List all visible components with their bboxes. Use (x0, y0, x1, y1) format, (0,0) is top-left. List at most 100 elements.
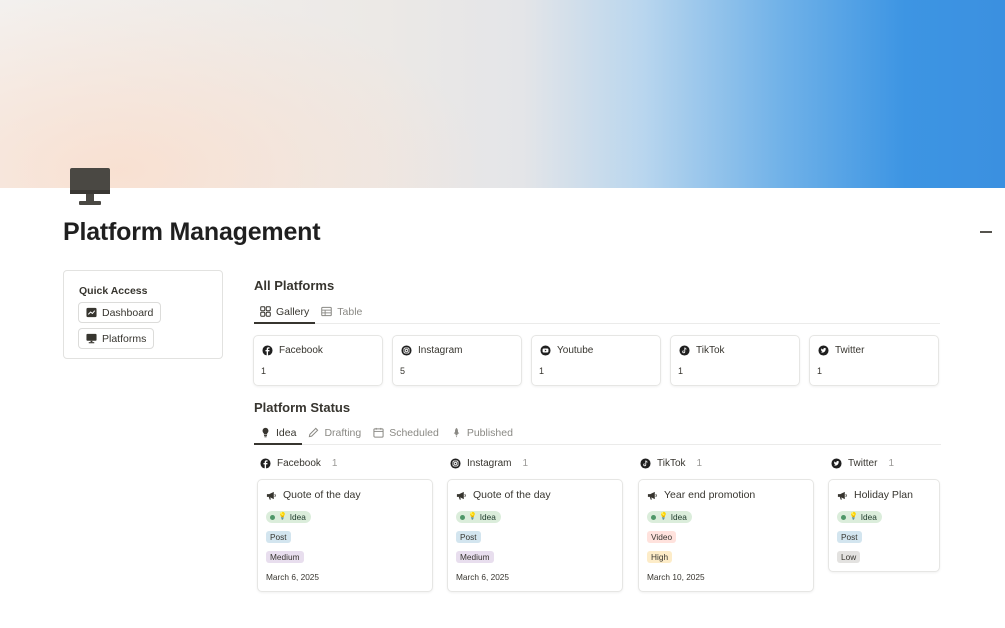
platform-status-heading: Platform Status (254, 400, 351, 415)
tiktok-icon (679, 345, 690, 356)
tab-published[interactable]: Published (445, 421, 519, 444)
page-title: Platform Management (63, 218, 321, 246)
status-badge: 💡 Idea (266, 511, 311, 523)
platform-card-count: 1 (817, 366, 823, 376)
lightbulb-icon: 💡 (468, 513, 477, 520)
tab-published-label: Published (466, 426, 513, 439)
megaphone-icon (647, 491, 657, 500)
instagram-icon (401, 345, 412, 356)
card-title: Year end promotion (664, 489, 756, 501)
column-count: 1 (696, 458, 703, 469)
megaphone-icon (456, 491, 466, 500)
status-dot-icon (270, 514, 275, 520)
twitter-icon (831, 458, 842, 469)
card-title: Quote of the day (283, 489, 361, 501)
board-column-twitter[interactable]: Twitter 1 (831, 458, 894, 469)
status-badge: 💡 Idea (837, 511, 882, 523)
platform-card-tiktok[interactable]: TikTok 1 (670, 335, 800, 386)
dashboard-button[interactable]: Dashboard (78, 302, 162, 323)
type-badge: Post (837, 531, 862, 543)
twitter-icon (818, 345, 829, 356)
platform-card-count: 1 (539, 366, 545, 376)
card-date: March 10, 2025 (647, 572, 705, 582)
platform-card-twitter[interactable]: Twitter 1 (809, 335, 939, 386)
monitor-icon[interactable] (68, 166, 112, 208)
tab-scheduled[interactable]: Scheduled (367, 421, 445, 444)
platform-card-name: TikTok (696, 345, 725, 356)
platform-card-name: Youtube (557, 345, 594, 356)
column-count: 1 (888, 458, 895, 469)
priority-badge: High (647, 551, 673, 563)
lightbulb-icon: 💡 (659, 513, 668, 520)
type-badge: Post (456, 531, 481, 543)
lightbulb-icon (262, 427, 269, 438)
platforms-button-label: Platforms (102, 332, 147, 345)
facebook-icon (260, 458, 271, 469)
platform-card-name: Twitter (835, 345, 865, 356)
platform-card-youtube[interactable]: Youtube 1 (531, 335, 661, 386)
tab-idea-label: Idea (276, 426, 297, 439)
quick-access-callout: Quick Access Dashboard Platforms (63, 270, 223, 359)
column-title: Twitter (848, 458, 878, 469)
tab-gallery[interactable]: Gallery (254, 300, 316, 324)
card-date: March 6, 2025 (266, 572, 320, 582)
card-title: Holiday Plan (854, 489, 913, 501)
platform-card-facebook[interactable]: Facebook 1 (253, 335, 383, 386)
tab-table[interactable]: Table (315, 300, 368, 323)
board-card[interactable]: Quote of the day 💡 Idea Post Medium March… (257, 479, 433, 592)
status-badge: 💡 Idea (456, 511, 501, 523)
status-dot-icon (651, 514, 656, 520)
gallery-icon (260, 306, 271, 317)
board-column-instagram[interactable]: Instagram 1 (450, 458, 528, 469)
instagram-icon (450, 458, 461, 469)
megaphone-icon (266, 491, 276, 500)
type-badge: Video (647, 531, 677, 543)
megaphone-icon (837, 491, 847, 500)
facebook-icon (262, 345, 273, 356)
all-platforms-view-tabs: Gallery Table (254, 300, 940, 324)
priority-badge: Low (837, 551, 861, 563)
status-dot-icon (841, 514, 846, 520)
monitor-icon (86, 333, 97, 344)
tiktok-icon (640, 458, 651, 469)
platform-card-instagram[interactable]: Instagram 5 (392, 335, 522, 386)
priority-badge: Medium (456, 551, 494, 563)
tab-drafting-label: Drafting (324, 426, 362, 439)
quick-access-title: Quick Access (79, 285, 148, 297)
table-icon (321, 306, 333, 317)
column-title: TikTok (657, 458, 686, 469)
board-card[interactable]: Year end promotion 💡 Idea Video High Marc… (638, 479, 814, 592)
collapse-icon[interactable] (980, 231, 992, 233)
page-cover (0, 0, 1005, 188)
column-count: 1 (522, 458, 529, 469)
pencil-icon (309, 427, 319, 438)
status-label: Idea (860, 512, 877, 522)
tab-gallery-label: Gallery (276, 305, 310, 318)
tab-table-label: Table (337, 305, 363, 318)
lightbulb-icon: 💡 (278, 513, 287, 520)
youtube-icon (540, 345, 551, 356)
board-card[interactable]: Quote of the day 💡 Idea Post Medium March… (447, 479, 623, 592)
platform-card-name: Instagram (418, 345, 463, 356)
platform-card-count: 1 (678, 366, 684, 376)
column-title: Instagram (467, 458, 512, 469)
platform-card-name: Facebook (279, 345, 323, 356)
calendar-icon (373, 427, 384, 438)
status-badge: 💡 Idea (647, 511, 692, 523)
board-column-tiktok[interactable]: TikTok 1 (640, 458, 702, 469)
board-column-facebook[interactable]: Facebook 1 (260, 458, 337, 469)
status-label: Idea (479, 512, 496, 522)
status-label: Idea (289, 512, 306, 522)
priority-badge: Medium (266, 551, 304, 563)
type-badge: Post (266, 531, 291, 543)
tab-scheduled-label: Scheduled (389, 426, 439, 439)
card-date: March 6, 2025 (456, 572, 510, 582)
platform-card-count: 5 (400, 366, 406, 376)
lightbulb-icon: 💡 (849, 513, 858, 520)
platform-card-count: 1 (261, 366, 267, 376)
tab-idea[interactable]: Idea (254, 421, 303, 445)
platforms-button[interactable]: Platforms (78, 328, 155, 349)
tab-drafting[interactable]: Drafting (302, 421, 367, 444)
board-card[interactable]: Holiday Plan 💡 Idea Post Low (828, 479, 940, 572)
all-platforms-heading: All Platforms (254, 278, 335, 293)
